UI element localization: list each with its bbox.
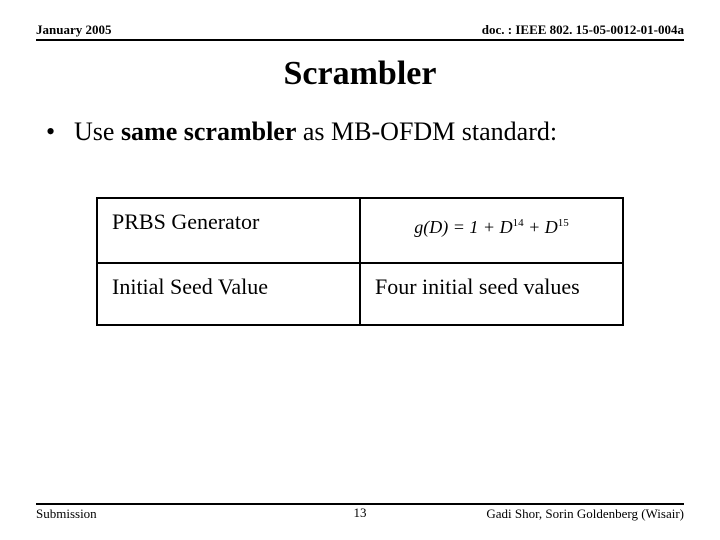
footer-line: Submission 13 Gadi Shor, Sorin Goldenber… xyxy=(36,503,684,522)
bullet-marker: • xyxy=(46,117,74,147)
spec-table: PRBS Generator g(D) = 1 + D14 + D15 Init… xyxy=(96,197,624,326)
formula-term-3-base: D xyxy=(545,217,558,237)
footer-authors: Gadi Shor, Sorin Goldenberg (Wisair) xyxy=(486,506,684,522)
bullet-post: standard: xyxy=(455,117,557,146)
slide-title: Scrambler xyxy=(36,55,684,93)
header-date: January 2005 xyxy=(36,22,111,38)
cell-prbs-label: PRBS Generator xyxy=(97,198,360,263)
slide-footer: Submission 13 Gadi Shor, Sorin Goldenber… xyxy=(36,503,684,522)
formula-term-2-base: D xyxy=(500,217,513,237)
formula-term-3-exp: 15 xyxy=(558,217,569,229)
footer-left: Submission xyxy=(36,506,97,522)
bullet-mid: as xyxy=(296,117,331,146)
formula: g(D) = 1 + D14 + D15 xyxy=(375,209,608,238)
bullet-pre: Use xyxy=(74,117,121,146)
table-row: Initial Seed Value Four initial seed val… xyxy=(97,263,623,325)
table-row: PRBS Generator g(D) = 1 + D14 + D15 xyxy=(97,198,623,263)
cell-seed-label: Initial Seed Value xyxy=(97,263,360,325)
header-doc-id: doc. : IEEE 802. 15-05-0012-01-004a xyxy=(482,22,684,38)
bullet-text: Use same scrambler as MB-OFDM standard: xyxy=(74,117,557,147)
bullet-item: • Use same scrambler as MB-OFDM standard… xyxy=(46,117,684,147)
cell-prbs-formula: g(D) = 1 + D14 + D15 xyxy=(360,198,623,263)
bullet-term: MB-OFDM xyxy=(331,117,455,146)
formula-lhs-fn: g xyxy=(414,217,423,237)
slide: January 2005 doc. : IEEE 802. 15-05-0012… xyxy=(0,0,720,540)
formula-term-2-exp: 14 xyxy=(513,217,524,229)
spec-table-wrap: PRBS Generator g(D) = 1 + D14 + D15 Init… xyxy=(96,197,624,326)
slide-header: January 2005 doc. : IEEE 802. 15-05-0012… xyxy=(36,22,684,41)
formula-lhs-arg: D xyxy=(429,217,442,237)
cell-seed-value: Four initial seed values xyxy=(360,263,623,325)
bullet-list: • Use same scrambler as MB-OFDM standard… xyxy=(46,117,684,147)
bullet-strong: same scrambler xyxy=(121,117,296,146)
formula-term-1: 1 xyxy=(469,217,478,237)
